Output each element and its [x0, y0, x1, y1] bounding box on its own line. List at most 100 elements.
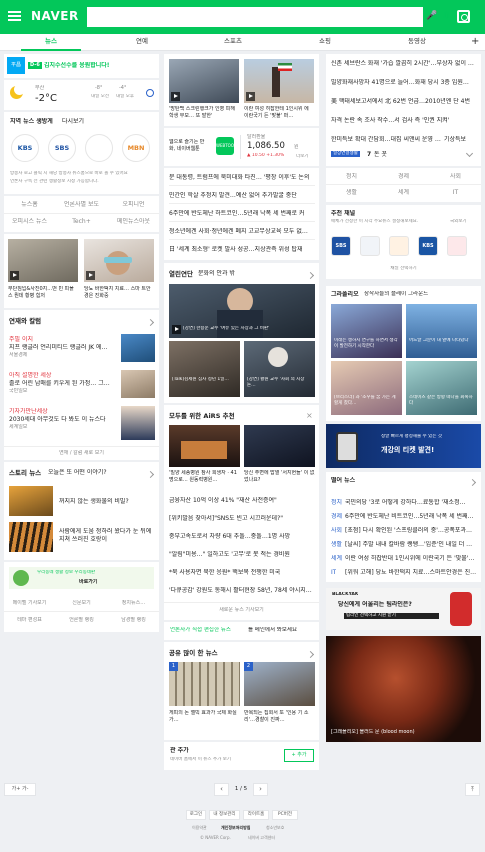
- section-world[interactable]: 세계: [378, 189, 429, 197]
- popular-thumb-1[interactable]: 1: [169, 662, 240, 706]
- realtime-5-tail[interactable]: 기상특보: [444, 136, 478, 144]
- popular-thumb-2[interactable]: 2: [244, 662, 315, 706]
- mbc-logo[interactable]: [85, 134, 113, 162]
- culture-main-thumb[interactable]: [강연] 한용운 교수 '여유 있는 사상과 그 비판': [169, 284, 315, 338]
- video-caption-2[interactable]: 당뇨 바한떡지 치료… 스마 트안경은 진화중: [84, 286, 154, 299]
- search-input[interactable]: [87, 7, 423, 27]
- local-link-5[interactable]: 언론별 랭킹: [56, 617, 107, 624]
- popular-caption-2[interactable]: 반복되는 집회서 또 '인용 기 소리'…경찰이 진짜…: [244, 710, 315, 723]
- chevron-right-icon[interactable]: [146, 318, 155, 327]
- headline-3[interactable]: 6주만에 반도체난 하트코인…5년래 낙폭 세 번째로 커: [169, 210, 315, 218]
- realtime-4[interactable]: 자격 논란 속 조사 착수…서 검사 측 '인권 지켜': [331, 117, 477, 125]
- airs-item-5[interactable]: *북 사용자면 북한 응원* 핵보복 전쟁한 미국: [169, 569, 315, 577]
- channel-select[interactable]: 채널 선택하기: [326, 266, 481, 272]
- headline-1[interactable]: 문 대통령, 트럼프에 북미대화 타진… '평창 이후'도 논의: [169, 174, 315, 182]
- story-text-1[interactable]: 꺼지지 않는 생화불의 비밀?: [59, 498, 155, 506]
- column-more[interactable]: 연재 / 칼럼 새로 보기: [4, 450, 159, 457]
- grafolio-thumb-4[interactable]: 스테이츠 같은 방향 떠나을 회복하다: [406, 361, 477, 415]
- channel-logo-3[interactable]: [389, 236, 409, 256]
- link-main-news[interactable]: 메인뉴스아웃: [108, 218, 159, 226]
- story-thumb-2[interactable]: [9, 522, 53, 552]
- chevron-right-icon[interactable]: [146, 470, 155, 479]
- tech-item-6[interactable]: [위워 고해] 당뇨 바한떡지 치료…스마트안경은 진화중: [345, 569, 477, 577]
- channel-more[interactable]: 국외보기: [450, 219, 467, 225]
- airs-item-6[interactable]: '다큐공감' 강원도 동해시 활터현장 58년, 78세 야시지…: [169, 587, 315, 595]
- chevron-right-icon[interactable]: [306, 650, 315, 659]
- tech-item-2[interactable]: 6주만에 반도체난 비트코인…5년래 낙폭 세 번째…: [345, 513, 477, 521]
- section-politics[interactable]: 정치: [326, 173, 377, 181]
- column-thumb-2[interactable]: [121, 370, 155, 398]
- add-tab-icon[interactable]: +: [471, 35, 479, 48]
- naver-logo[interactable]: NAVER: [31, 9, 79, 25]
- airs-item-4[interactable]: "알림"미용…" 일하고도 '고무'로 못 적는 경비원: [169, 551, 315, 559]
- local-link-4[interactable]: 테마 편성표: [4, 617, 55, 624]
- link-office-news[interactable]: 오피시스 뉴스: [4, 218, 55, 226]
- local-link-6[interactable]: 남경별 랭킹: [108, 617, 159, 624]
- popular-caption-1[interactable]: 게피의 돈 엘빅 효과가 국제 화실 가…: [169, 710, 240, 723]
- tech-item-5[interactable]: 이란 여성 히잡반대 1인시위에 이란국기 든 '맞불'…: [345, 555, 477, 563]
- airs-pic-caption-1[interactable]: '밀양 세종병원 참사 희생자 · 41명으로… 원동력병원…: [169, 470, 240, 483]
- prev-page-button[interactable]: ‹: [214, 783, 229, 796]
- realtime-1[interactable]: 신촌 세브란스 화재 '가습 깔끔히 2시간'…부상자 없이 진화: [331, 60, 477, 68]
- culture-thumb-2[interactable]: [Talk]김제원 심사 정년 1일…: [169, 341, 240, 397]
- airs-item-2[interactable]: [위키발음 찾아서]"SNS도 빈고 시끄러운데?": [169, 515, 315, 523]
- section-society[interactable]: 사회: [430, 173, 481, 181]
- top-news-thumb-2[interactable]: [244, 59, 314, 103]
- next-page-button[interactable]: ›: [253, 783, 268, 796]
- font-size-buttons[interactable]: 가+ 가-: [4, 783, 36, 796]
- culture-thumb-3[interactable]: [강연] 황원 교수 '사회 의 시장 논…: [244, 341, 315, 397]
- chevron-right-icon[interactable]: [468, 478, 477, 487]
- chevron-down-icon[interactable]: [465, 149, 474, 158]
- grafolio-thumb-2[interactable]: 어느날 그분이 내 앞에 나타났다: [406, 304, 477, 358]
- link-news-home[interactable]: 뉴스홈: [4, 201, 55, 209]
- local-link-1[interactable]: 메이벨 기사보기: [4, 600, 55, 607]
- headline-5[interactable]: 日 '세계 최소형' 로켓 발사 성공…지상관측 위성 탑재: [169, 246, 315, 254]
- headline-2[interactable]: 민간인 학살 추정지 발견…예산 없어 추가발굴 중단: [169, 192, 315, 200]
- blackyak-ad[interactable]: BLACKYAK 당신에게 어울리는 팀라인은? 팀라인 선택하고 지원 받기: [326, 588, 481, 630]
- footer-pc[interactable]: PC버전: [272, 810, 298, 820]
- airs-thumb-2[interactable]: [244, 425, 315, 467]
- top-news-caption-1[interactable]: '방탄백 스크린행크가 인영 피해 학생 부모… 또 발한': [169, 106, 239, 119]
- airs-item-3[interactable]: 중부고속도로서 차량 6대 추돌…중돌…1명 사망: [169, 533, 315, 541]
- top-news-thumb-1[interactable]: [169, 59, 239, 103]
- tab-sports[interactable]: 스포츠: [203, 37, 263, 45]
- sbs-channel-logo[interactable]: SBS: [331, 236, 351, 256]
- tech-item-4[interactable]: [날씨] 주말 내내 칼바람 쌩쌩…'입춘'인 내일 더 추워: [345, 541, 477, 549]
- column-title-1[interactable]: 지프 랭글러 언리미티드 랭글러 JK 에…: [9, 344, 114, 352]
- realtime-2[interactable]: 밀양화재사망자 41명으로 늘어…화재 당시 3층 입원…: [331, 79, 477, 87]
- broadcast-replay[interactable]: 다시보기: [62, 118, 84, 126]
- add-button[interactable]: + 추가: [284, 749, 314, 762]
- webtoon-text[interactable]: 웹으로 즐기는 만화, 네이버웹툰: [169, 139, 209, 152]
- chevron-right-icon[interactable]: [306, 271, 315, 280]
- top-news-caption-2[interactable]: 이란 여성 히잡한테 1인시위 에 이란국기 든 '맞불' 퍼…: [244, 106, 314, 119]
- realtime-5[interactable]: 한미특보 확대 간담회…대집 씨앤씨 운영 13조: [331, 136, 441, 144]
- sbs-logo[interactable]: SBS: [48, 134, 76, 162]
- grafolio-thumb-1[interactable]: 미래는 생하지 연구를 하면서 생각이 발전하기 시작한다: [331, 304, 402, 358]
- link-press[interactable]: 언론사별 보도: [56, 201, 107, 209]
- footer-help[interactable]: 네이버 고객센터: [248, 835, 275, 840]
- lens-search-icon[interactable]: [457, 10, 470, 23]
- column-thumb-1[interactable]: [121, 334, 155, 362]
- video-caption-1[interactable]: 무단침입&사진0지…떤 빈 피폴스 뭔데 황병 힘저: [8, 286, 78, 299]
- column-title-2[interactable]: 졸로 어린 남매를 키우게 된 가정… 그…: [9, 380, 114, 388]
- mbn-logo[interactable]: MBN: [122, 134, 150, 162]
- menu-icon[interactable]: [8, 11, 21, 21]
- refresh-icon[interactable]: [146, 89, 154, 97]
- moon-card[interactable]: [그래폴리오] 블러드 문 (blood moon): [326, 636, 481, 742]
- channel-logo-2[interactable]: [360, 236, 380, 256]
- video-thumb-glasses[interactable]: [84, 239, 154, 282]
- press-tip[interactable]: 언론사가 직접 편집한 뉴스 를 메인에서 봐보세요: [164, 622, 319, 640]
- tab-video[interactable]: 동영상: [387, 37, 447, 45]
- kbs-logo[interactable]: KBS: [11, 134, 39, 162]
- video-thumb-room[interactable]: [8, 239, 78, 282]
- column-title-3[interactable]: 2030세대 아무것도 다 봐도 이 뉴스다: [9, 416, 114, 424]
- footer-terms[interactable]: 이용약관: [192, 825, 207, 830]
- local-banner[interactable]: 우리동네 생활 정보 우리동네판 바로가기: [9, 567, 154, 589]
- olympic-banner[interactable]: 平昌 D-6 김지수선수를 응원합니다!: [4, 54, 159, 78]
- grafolio-thumb-3[interactable]: [브리스너] 과 '조우를 꿈 가는 게 할게 찼다…: [331, 361, 402, 415]
- section-life[interactable]: 생활: [326, 189, 377, 197]
- section-it[interactable]: IT: [430, 189, 481, 197]
- link-tech[interactable]: Tech+: [56, 218, 107, 226]
- scroll-top-button[interactable]: ⤒: [465, 783, 480, 796]
- tab-entertainment[interactable]: 연예: [112, 37, 172, 45]
